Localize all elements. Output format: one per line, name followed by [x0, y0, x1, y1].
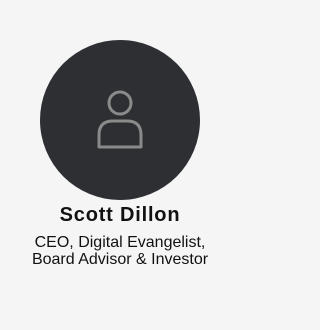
profile-name: Scott Dillon — [59, 204, 181, 226]
user-placeholder-icon — [85, 85, 155, 155]
profile-title: CEO, Digital Evangelist, Board Advisor &… — [31, 234, 209, 268]
profile-card: Scott Dillon CEO, Digital Evangelist, Bo… — [0, 0, 240, 330]
avatar — [40, 40, 200, 200]
